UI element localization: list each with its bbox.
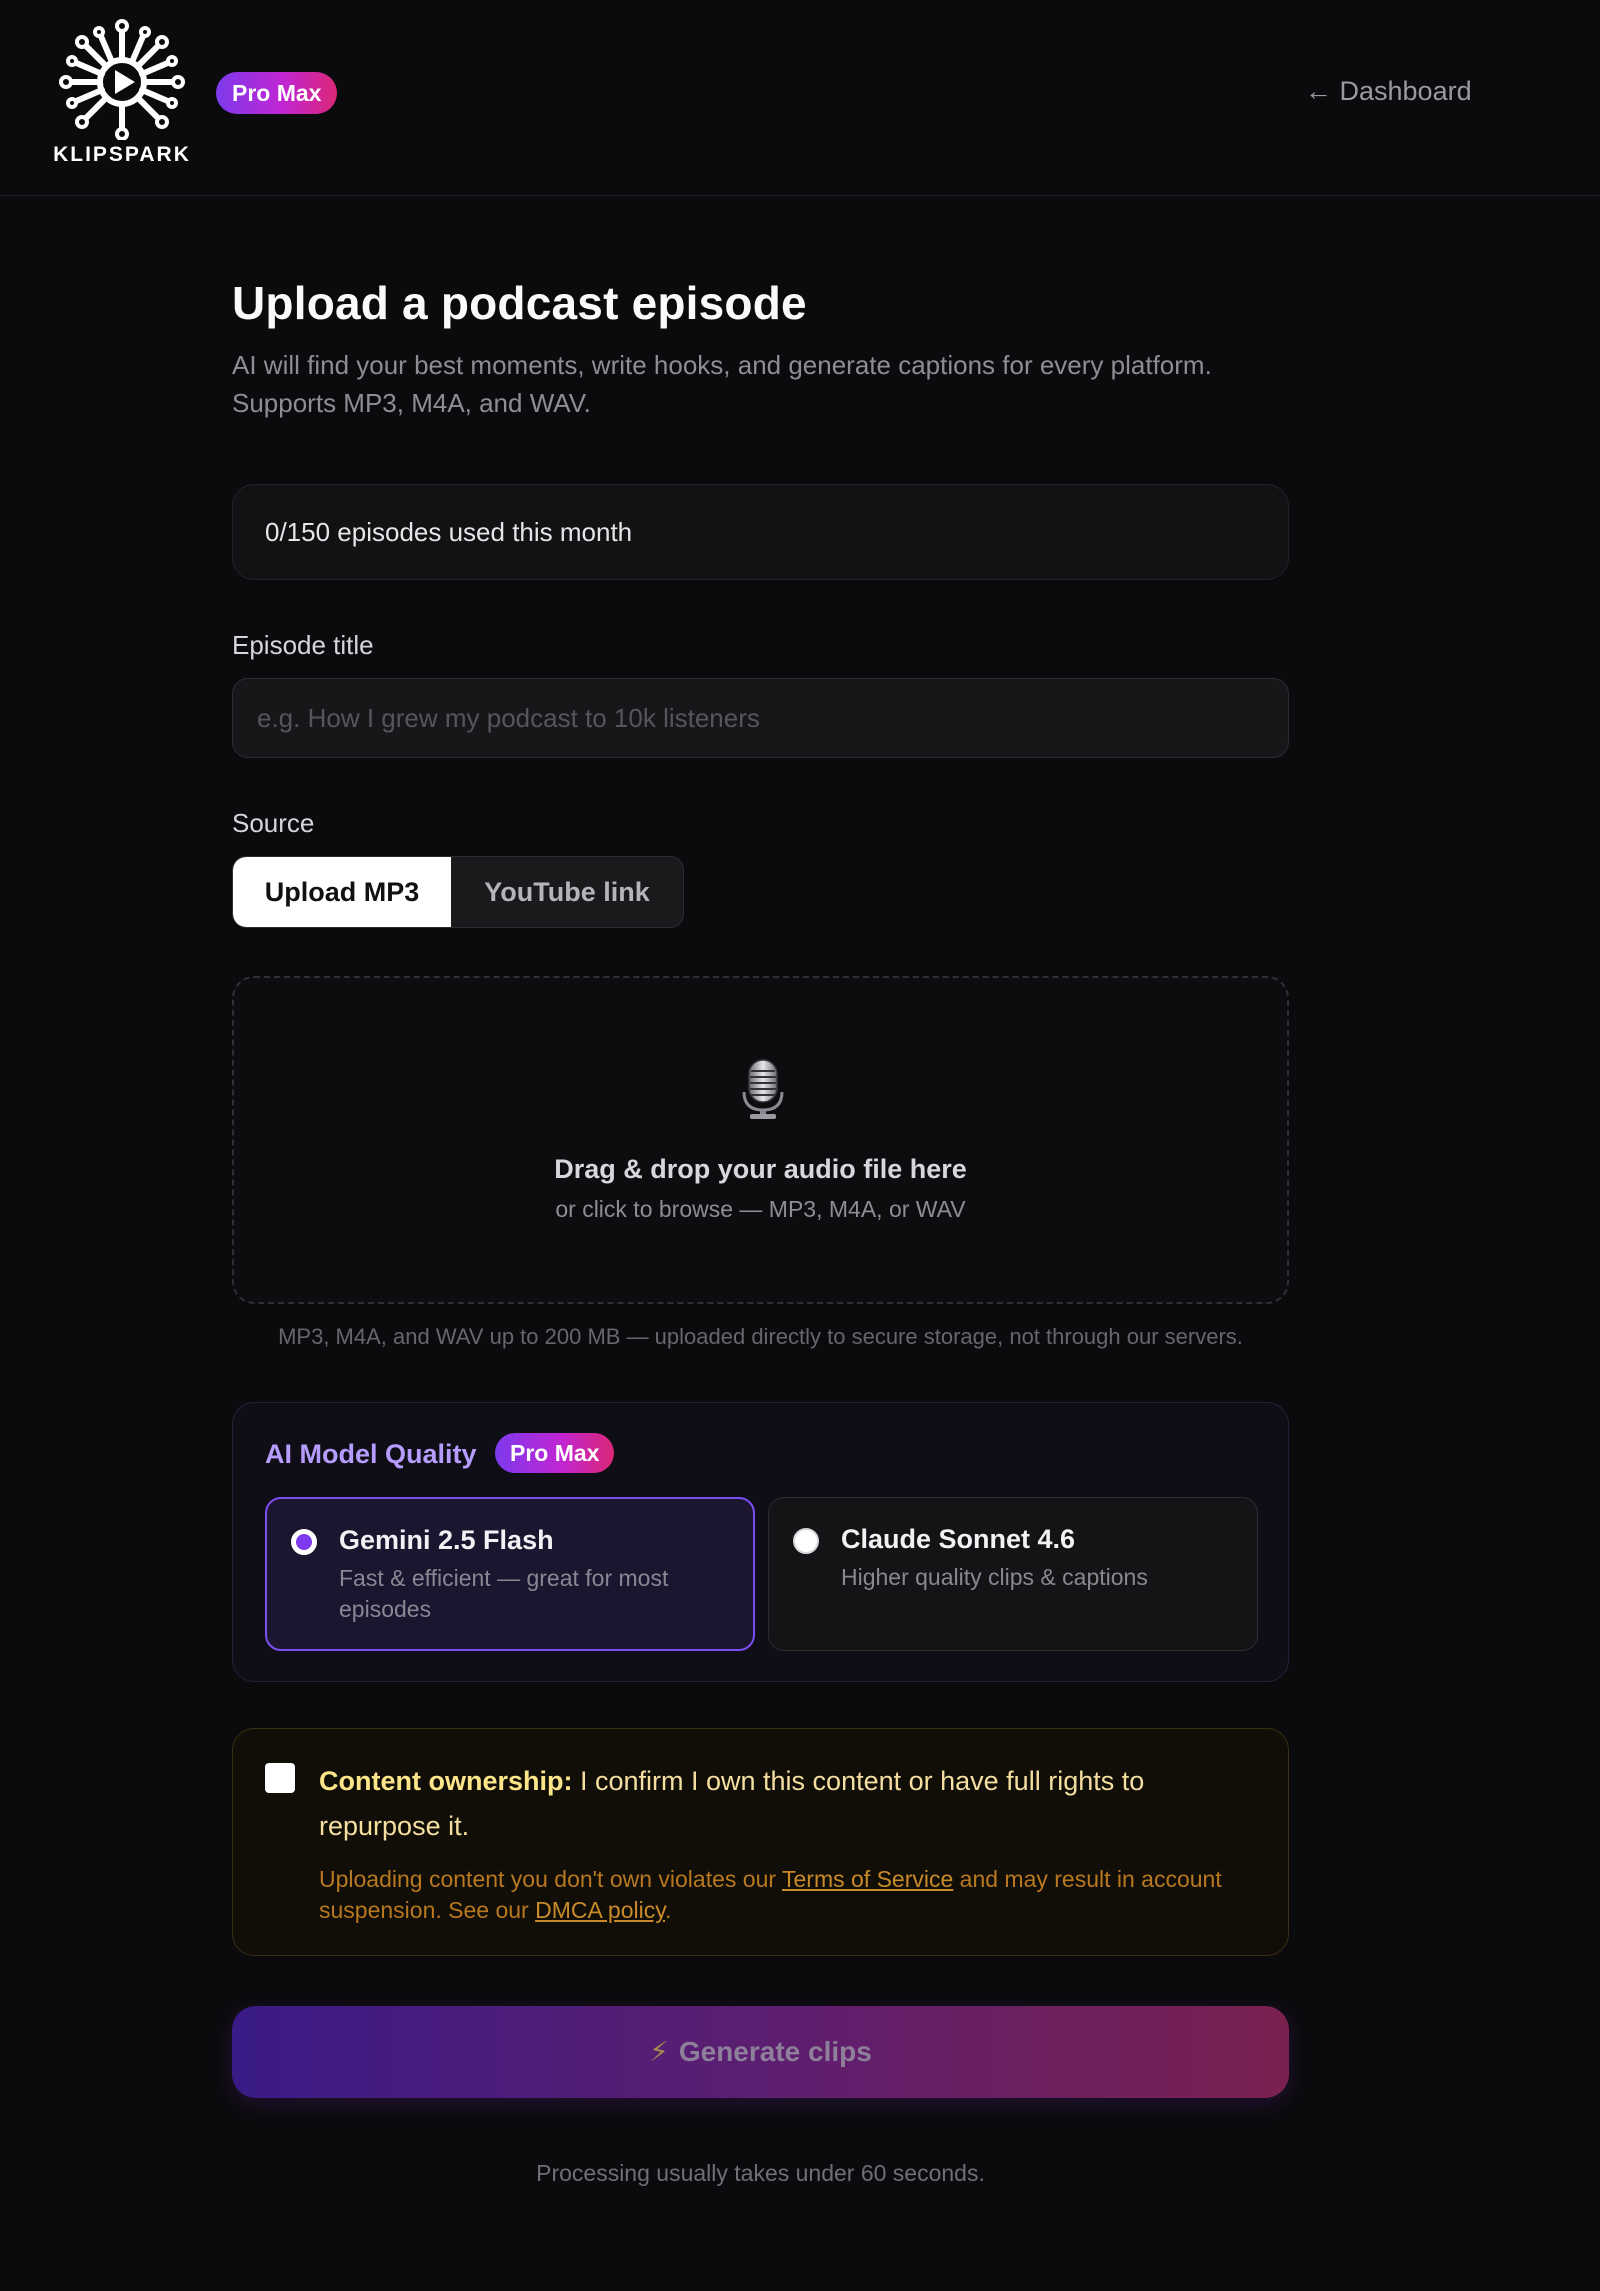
model-option-claude[interactable]: Claude Sonnet 4.6 Higher quality clips &… [768, 1497, 1258, 1651]
model-option-gemini[interactable]: Gemini 2.5 Flash Fast & efficient — grea… [265, 1497, 755, 1651]
play-network-icon [59, 19, 185, 140]
warning-text-1: Uploading content you don't own violates… [319, 1866, 782, 1892]
model-option-description: Fast & efficient — great for most episod… [339, 1565, 669, 1622]
episode-title-input[interactable] [232, 678, 1289, 758]
model-heading: AI Model Quality [265, 1439, 477, 1469]
dropzone-title: Drag & drop your audio file here [554, 1154, 967, 1184]
ownership-confirmation: Content ownership: I confirm I own this … [319, 1759, 1259, 1849]
dashboard-link[interactable]: ← Dashboard [1305, 76, 1472, 107]
klipspark-logo[interactable]: KLIPSPARK [52, 16, 192, 172]
upload-mp3-tab[interactable]: Upload MP3 [233, 857, 451, 927]
processing-note: Processing usually takes under 60 second… [536, 2160, 985, 2186]
model-option-title: Gemini 2.5 Flash [339, 1525, 554, 1555]
content-ownership-panel: Content ownership: I confirm I own this … [232, 1728, 1289, 1956]
lightning-icon: ⚡ [649, 2036, 669, 2067]
model-option-description: Higher quality clips & captions [841, 1564, 1148, 1590]
radio-selected-icon[interactable] [291, 1529, 317, 1555]
microphone-icon [742, 1059, 784, 1119]
generate-button-label: Generate clips [678, 2036, 872, 2067]
youtube-link-tab[interactable]: YouTube link [451, 857, 683, 927]
page-subtitle: AI will find your best moments, write ho… [232, 350, 1212, 418]
audio-dropzone[interactable]: Drag & drop your audio file here or clic… [232, 976, 1289, 1304]
episode-title-label: Episode title [232, 630, 374, 660]
upload-limit-note: MP3, M4A, and WAV up to 200 MB — uploade… [278, 1324, 1243, 1349]
page-title: Upload a podcast episode [232, 277, 807, 329]
logo-wordmark: KLIPSPARK [53, 143, 191, 166]
model-option-title: Claude Sonnet 4.6 [841, 1524, 1076, 1554]
ownership-checkbox[interactable] [265, 1763, 295, 1793]
warning-text-3: . [665, 1897, 672, 1923]
dropzone-subtitle: or click to browse — MP3, M4A, or WAV [555, 1196, 966, 1222]
ownership-label-bold: Content ownership: [319, 1766, 573, 1796]
dmca-policy-link[interactable]: DMCA policy [535, 1897, 665, 1923]
ownership-warning: Uploading content you don't own violates… [319, 1864, 1259, 1926]
plan-badge: Pro Max [216, 72, 338, 114]
source-label: Source [232, 808, 315, 838]
usage-counter: 0/150 episodes used this month [232, 484, 1289, 580]
terms-of-service-link[interactable]: Terms of Service [782, 1866, 953, 1892]
model-plan-badge: Pro Max [495, 1433, 615, 1473]
ai-model-quality-panel: AI Model Quality Pro Max Gemini 2.5 Flas… [232, 1402, 1289, 1682]
source-toggle: Upload MP3 YouTube link [232, 856, 684, 928]
radio-unselected-icon[interactable] [793, 1528, 819, 1554]
top-header: KLIPSPARK Pro Max ← Dashboard [0, 0, 1600, 196]
generate-clips-button[interactable]: ⚡ Generate clips [232, 2006, 1289, 2098]
